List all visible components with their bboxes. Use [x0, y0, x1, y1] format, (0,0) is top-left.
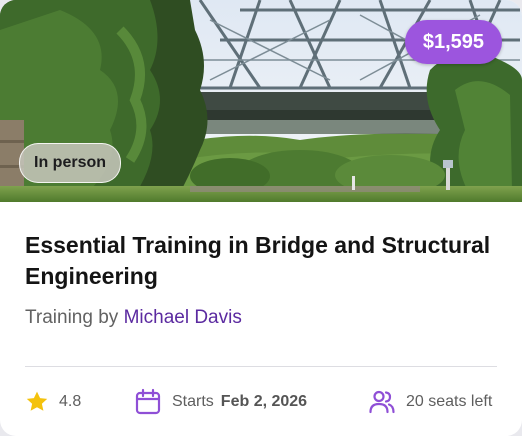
course-meta: 4.8 Starts Feb 2, 2026 20 seats left: [0, 384, 522, 420]
seats-value: 20 seats left: [406, 393, 493, 410]
course-title[interactable]: Essential Training in Bridge and Structu…: [25, 230, 505, 292]
rating: 4.8: [25, 384, 81, 420]
seats-left: 20 seats left: [368, 384, 492, 420]
users-icon: [369, 390, 395, 414]
byline-prefix: Training by: [25, 307, 119, 328]
calendar-icon: [135, 388, 161, 415]
start-date-value: Feb 2, 2026: [220, 393, 308, 410]
course-image: $1,595 In person: [0, 0, 522, 202]
divider: [25, 366, 497, 367]
starts-label: Starts: [172, 393, 214, 410]
start-date: Starts Feb 2, 2026: [134, 384, 307, 420]
byline: Training by Michael Davis: [25, 307, 242, 329]
rating-value: 4.8: [59, 393, 82, 410]
star-icon: [26, 391, 48, 411]
price-badge: $1,595: [404, 20, 502, 64]
format-badge: In person: [19, 143, 122, 183]
instructor-link[interactable]: Michael Davis: [124, 307, 242, 328]
course-card[interactable]: $1,595 In person Essential Training in B…: [0, 0, 522, 436]
